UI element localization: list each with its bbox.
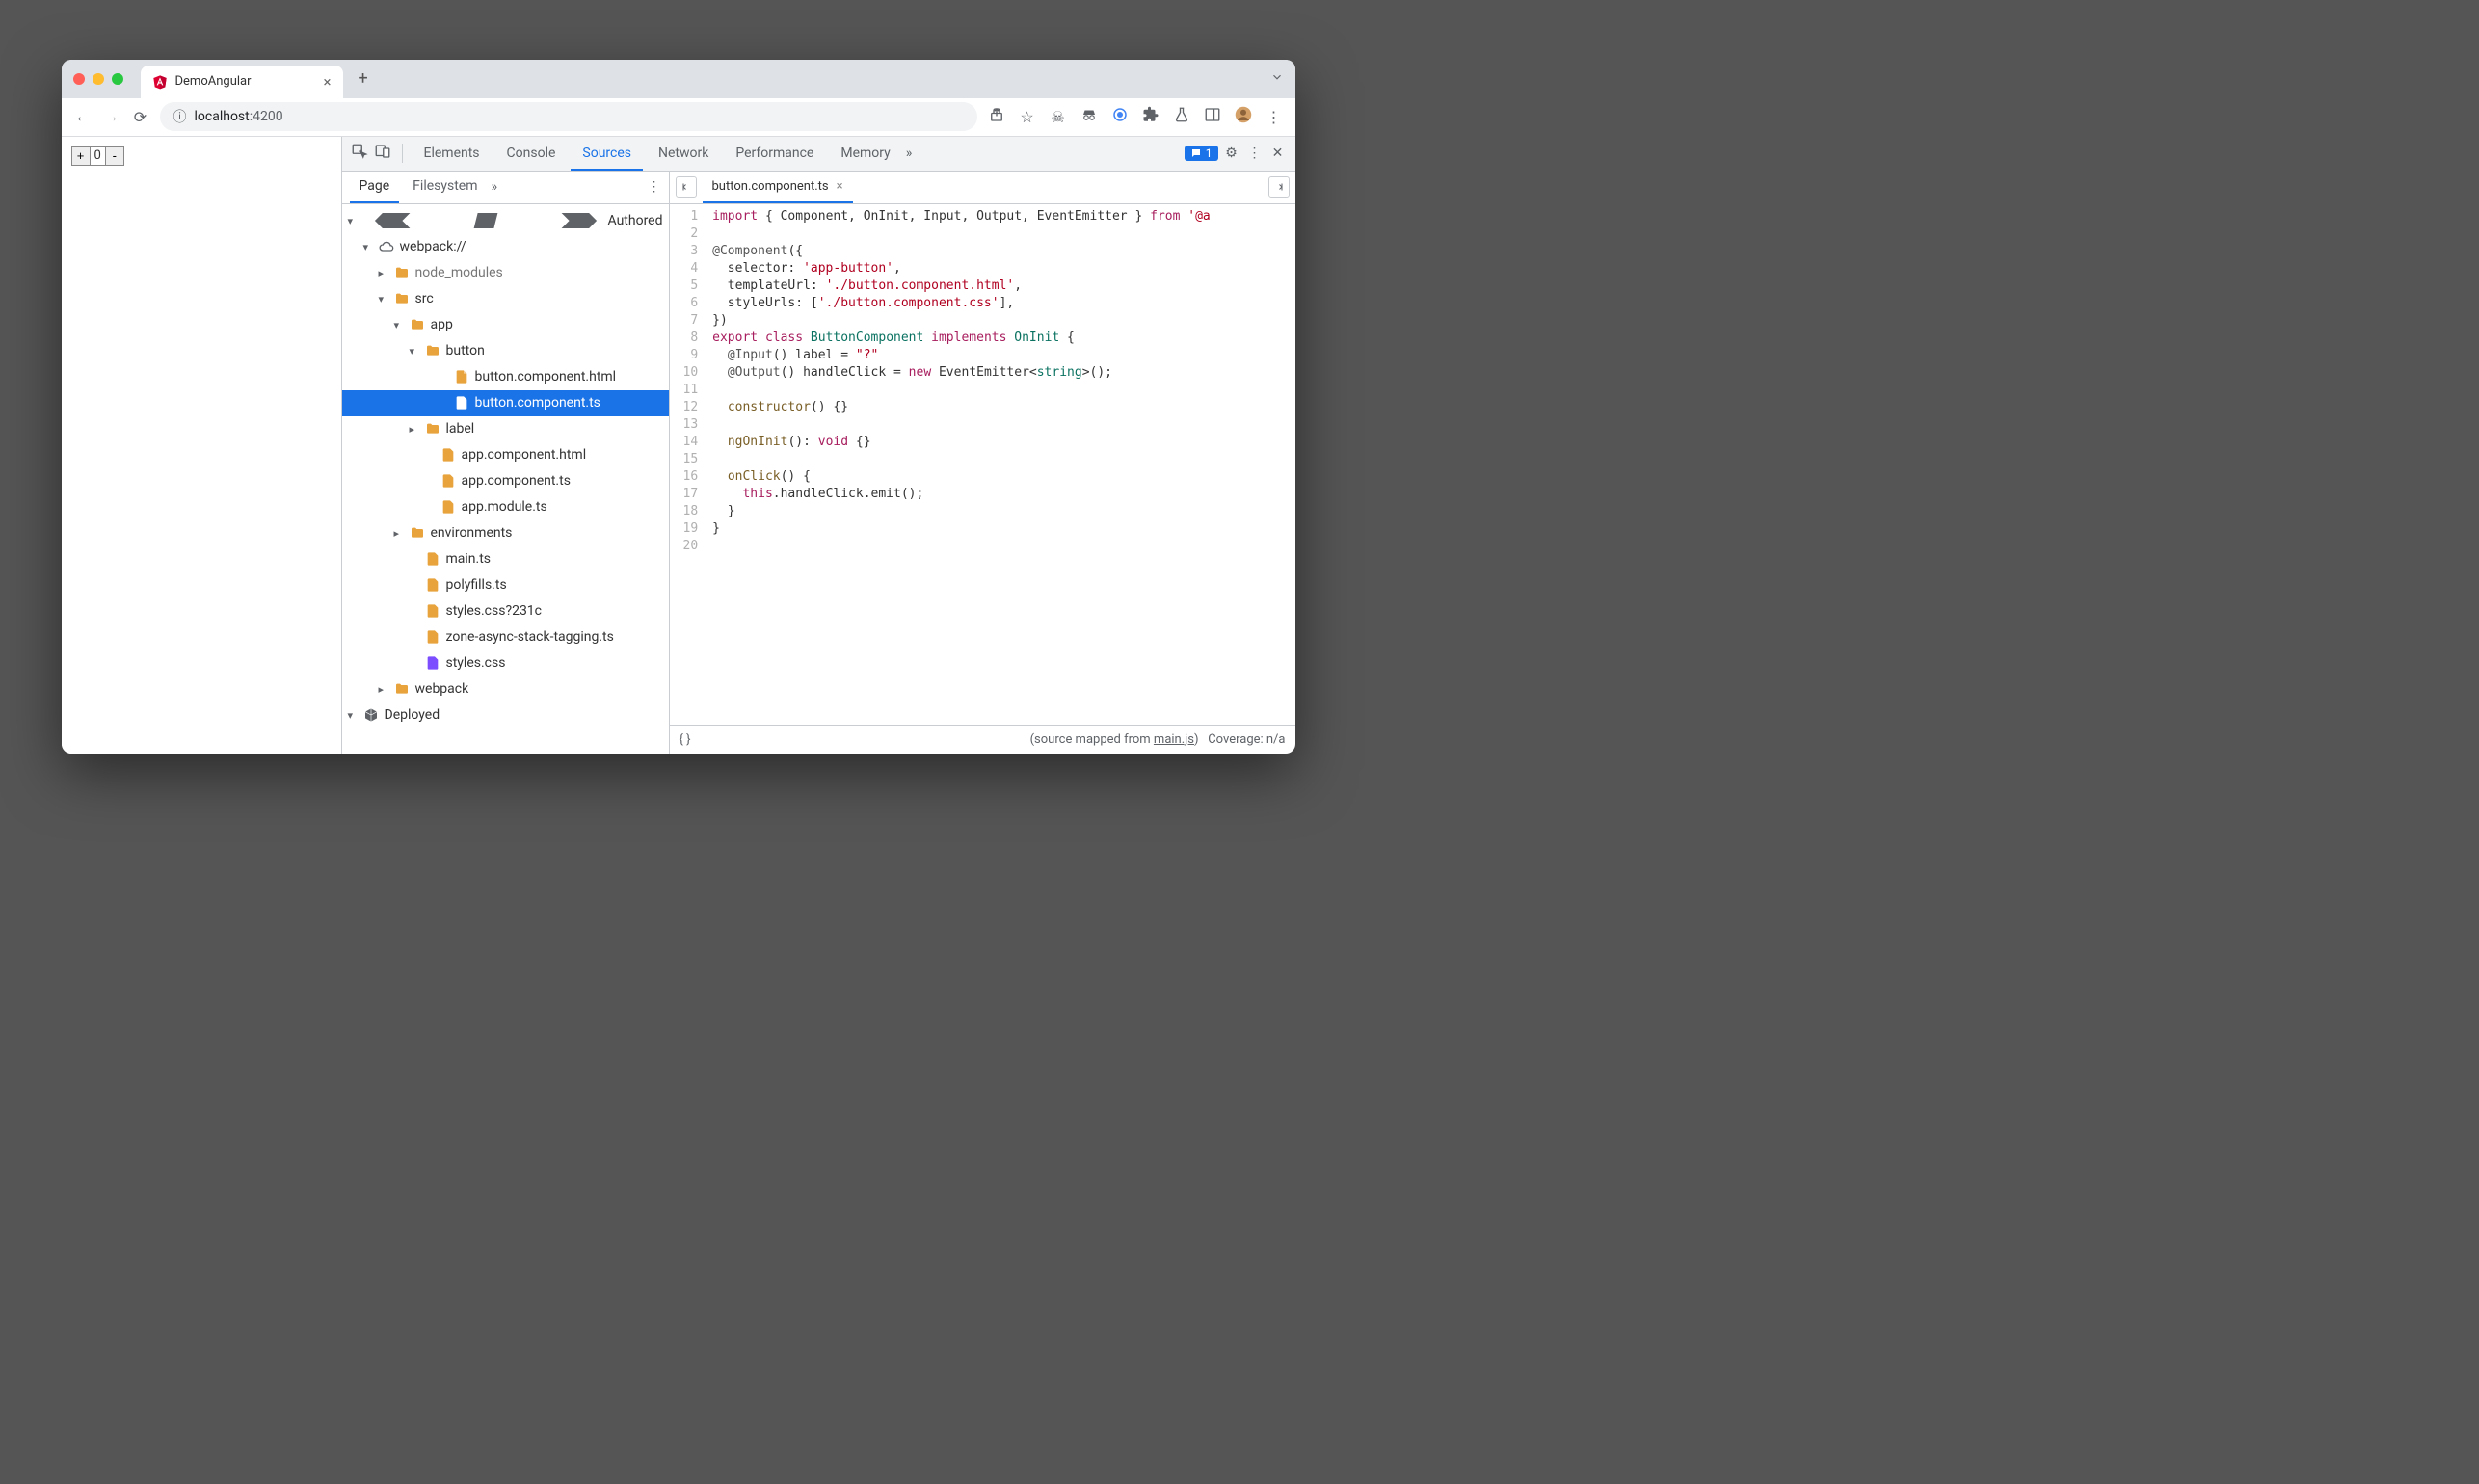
source-mapped-label: (source mapped from main.js) <box>1030 732 1199 747</box>
tree-app-html[interactable]: app.component.html <box>342 442 669 468</box>
extension-target-icon[interactable] <box>1110 106 1130 127</box>
back-button[interactable]: ← <box>73 107 93 126</box>
devtools-tab-bar: Elements Console Sources Network Perform… <box>342 137 1295 172</box>
devtools-tab-console[interactable]: Console <box>495 137 568 172</box>
window-controls <box>73 73 123 85</box>
new-tab-button[interactable]: + <box>351 68 376 89</box>
tree-zone[interactable]: zone-async-stack-tagging.ts <box>342 624 669 650</box>
content-area: + 0 - Elements Console Sources Network P… <box>62 137 1295 754</box>
devtools-tabs-overflow-icon[interactable]: » <box>906 146 913 161</box>
tree-button-ts[interactable]: button.component.ts <box>342 390 669 416</box>
line-gutter: 1234567891011121314151617181920 <box>670 204 707 725</box>
issues-count: 1 <box>1206 146 1213 160</box>
device-toolbar-icon[interactable] <box>373 143 392 164</box>
tree-button-folder[interactable]: button <box>342 338 669 364</box>
devtools-tab-performance[interactable]: Performance <box>724 137 825 172</box>
editor-file-tab[interactable]: button.component.ts × <box>703 172 853 204</box>
editor-nav-prev-icon[interactable] <box>676 176 697 198</box>
coverage-label: Coverage: n/a <box>1208 732 1285 747</box>
tree-authored[interactable]: Authored <box>342 208 669 234</box>
issues-badge[interactable]: 1 <box>1185 146 1218 161</box>
tree-src[interactable]: src <box>342 286 669 312</box>
site-info-icon[interactable]: ⓘ <box>173 107 187 126</box>
tree-label-folder[interactable]: label <box>342 416 669 442</box>
tree-deployed[interactable]: Deployed <box>342 702 669 729</box>
tree-main-ts[interactable]: main.ts <box>342 546 669 572</box>
sidepanel-icon[interactable] <box>1203 106 1222 127</box>
page-viewport: + 0 - <box>62 137 341 754</box>
editor-file-name: button.component.ts <box>712 179 829 194</box>
source-editor: button.component.ts × 123456789101112131… <box>670 172 1295 754</box>
share-icon[interactable] <box>987 106 1006 127</box>
devtools-close-icon[interactable]: ✕ <box>1268 146 1288 161</box>
tree-app-ts[interactable]: app.component.ts <box>342 468 669 494</box>
counter-plus-button[interactable]: + <box>71 146 91 166</box>
tab-title: DemoAngular <box>175 74 252 89</box>
tree-app[interactable]: app <box>342 312 669 338</box>
chrome-menu-icon[interactable]: ⋮ <box>1265 108 1284 126</box>
tree-button-html[interactable]: button.component.html <box>342 364 669 390</box>
tree-app-module[interactable]: app.module.ts <box>342 494 669 520</box>
tree-polyfills[interactable]: polyfills.ts <box>342 572 669 598</box>
devtools-settings-icon[interactable]: ⚙ <box>1222 146 1241 161</box>
close-window-button[interactable] <box>73 73 85 85</box>
tree-webpack-domain[interactable]: webpack:// <box>342 234 669 260</box>
file-tree: Authored webpack:// node_modules src app… <box>342 204 669 754</box>
close-tab-icon[interactable]: × <box>323 73 331 91</box>
browser-window: DemoAngular × + ← → ⟳ ⓘ localhost:4200 ☆… <box>62 60 1295 754</box>
editor-toggle-sidebar-icon[interactable] <box>1268 176 1290 198</box>
counter-widget: + 0 - <box>71 146 332 166</box>
forward-button[interactable]: → <box>102 107 121 126</box>
extension-skull-icon[interactable]: ☠ <box>1049 108 1068 126</box>
source-mapped-link[interactable]: main.js <box>1154 732 1194 747</box>
navigator-tabs: Page Filesystem » ⋮ <box>342 172 669 204</box>
url-field[interactable]: ⓘ localhost:4200 <box>160 102 977 131</box>
sources-navigator: Page Filesystem » ⋮ Authored webpack:// … <box>342 172 670 754</box>
devtools-tab-sources[interactable]: Sources <box>571 137 643 172</box>
url-host: localhost <box>195 109 250 124</box>
devtools-tab-memory[interactable]: Memory <box>829 137 901 172</box>
devtools-tab-network[interactable]: Network <box>647 137 720 172</box>
address-bar: ← → ⟳ ⓘ localhost:4200 ☆ ☠ ⋮ <box>62 98 1295 137</box>
tree-environments[interactable]: environments <box>342 520 669 546</box>
navigator-tab-page[interactable]: Page <box>350 172 400 204</box>
pretty-print-icon[interactable]: { } <box>680 732 691 747</box>
url-port: :4200 <box>250 109 283 124</box>
devtools-menu-icon[interactable]: ⋮ <box>1245 146 1265 161</box>
counter-minus-button[interactable]: - <box>105 146 124 166</box>
navigator-menu-icon[interactable]: ⋮ <box>648 179 661 195</box>
editor-tab-bar: button.component.ts × <box>670 172 1295 204</box>
inspect-element-icon[interactable] <box>350 143 369 164</box>
editor-status-bar: { } (source mapped from main.js) Coverag… <box>670 725 1295 754</box>
close-file-icon[interactable]: × <box>837 179 843 194</box>
extensions-puzzle-icon[interactable] <box>1141 106 1160 127</box>
tree-node-modules[interactable]: node_modules <box>342 260 669 286</box>
devtools-panel: Elements Console Sources Network Perform… <box>341 137 1295 754</box>
maximize-window-button[interactable] <box>112 73 123 85</box>
tree-styles[interactable]: styles.css <box>342 650 669 676</box>
tab-strip: DemoAngular × + <box>62 60 1295 98</box>
devtools-tab-elements[interactable]: Elements <box>413 137 492 172</box>
tree-webpack-folder[interactable]: webpack <box>342 676 669 702</box>
toolbar-icons: ☆ ☠ ⋮ <box>987 106 1284 127</box>
labs-flask-icon[interactable] <box>1172 106 1191 127</box>
navigator-tabs-overflow-icon[interactable]: » <box>492 179 498 195</box>
counter-value: 0 <box>91 146 105 166</box>
browser-tab[interactable]: DemoAngular × <box>141 66 343 98</box>
code-content[interactable]: import { Component, OnInit, Input, Outpu… <box>706 204 1294 725</box>
bookmark-star-icon[interactable]: ☆ <box>1018 108 1037 126</box>
tabs-overflow-icon[interactable] <box>1270 69 1284 88</box>
reload-button[interactable]: ⟳ <box>131 108 150 126</box>
profile-avatar-icon[interactable] <box>1234 106 1253 127</box>
code-area[interactable]: 1234567891011121314151617181920 import {… <box>670 204 1295 725</box>
extension-incognito-icon[interactable] <box>1080 106 1099 127</box>
tree-styles-q[interactable]: styles.css?231c <box>342 598 669 624</box>
angular-favicon-icon <box>152 74 168 90</box>
minimize-window-button[interactable] <box>93 73 104 85</box>
navigator-tab-filesystem[interactable]: Filesystem <box>403 172 487 204</box>
devtools-body: Page Filesystem » ⋮ Authored webpack:// … <box>342 172 1295 754</box>
